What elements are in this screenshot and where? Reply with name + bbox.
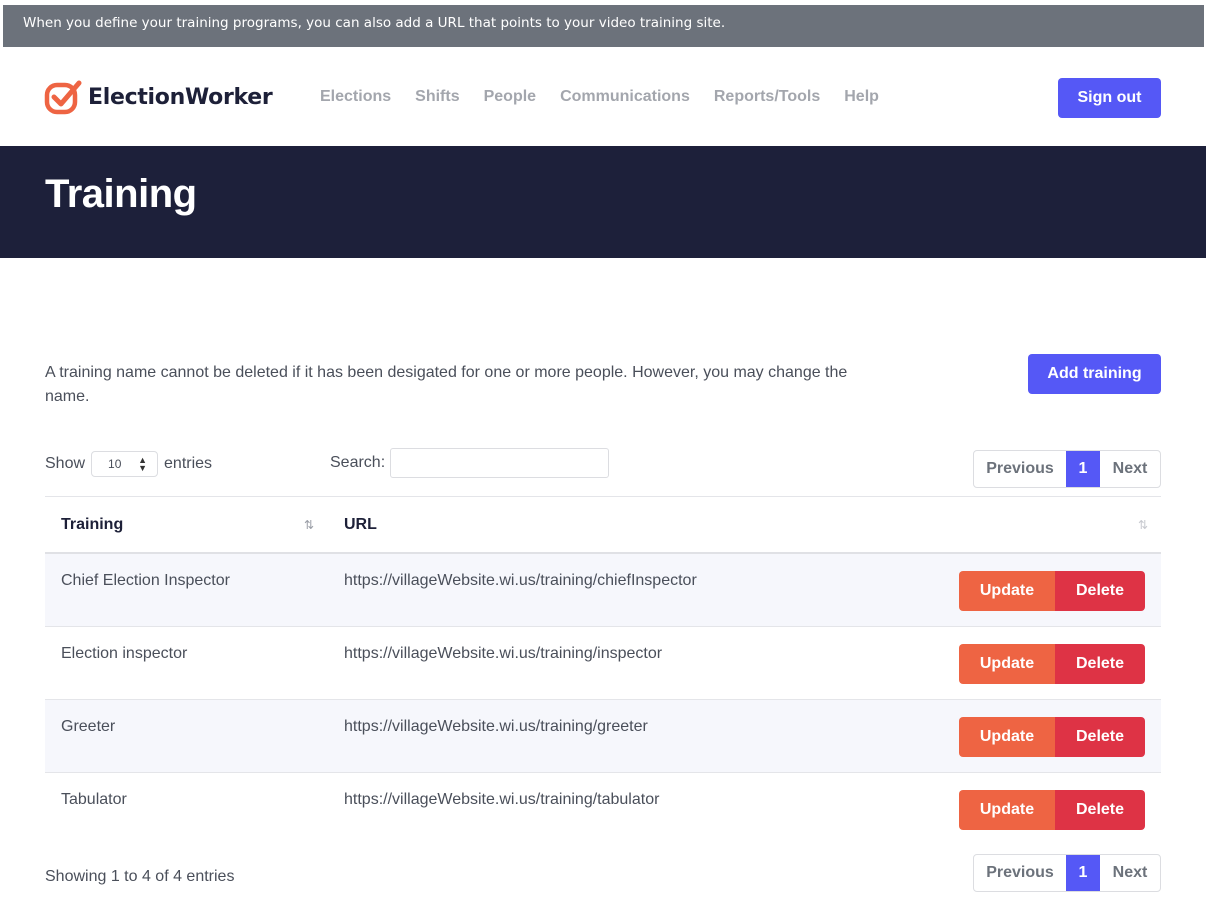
table-header: Training ⇅ URL ⇅ [45, 496, 1161, 554]
nav-reports-tools[interactable]: Reports/Tools [714, 88, 820, 106]
pagination-top: Previous 1 Next [973, 450, 1161, 488]
search-input[interactable] [390, 448, 610, 478]
column-header-training[interactable]: Training [61, 516, 123, 534]
training-url: https://villageWebsite.wi.us/training/ta… [344, 791, 660, 808]
training-name: Tabulator [61, 791, 127, 808]
add-training-button[interactable]: Add training [1028, 354, 1161, 394]
page-1-button[interactable]: 1 [1066, 855, 1100, 891]
table-row: Election inspector https://villageWebsit… [45, 627, 1161, 700]
search-label: Search: [330, 454, 386, 471]
previous-page-button[interactable]: Previous [974, 855, 1066, 891]
page-header: Training [0, 146, 1206, 258]
select-arrows-icon: ▲ ▼ [138, 455, 148, 473]
row-actions: Update Delete [959, 790, 1145, 830]
update-button[interactable]: Update [959, 644, 1055, 684]
previous-page-button[interactable]: Previous [974, 451, 1066, 487]
nav-shifts[interactable]: Shifts [415, 88, 459, 106]
page-title: Training [45, 172, 197, 216]
table-row: Greeter https://villageWebsite.wi.us/tra… [45, 700, 1161, 773]
training-url: https://villageWebsite.wi.us/training/gr… [344, 718, 648, 735]
nav-elections[interactable]: Elections [320, 88, 391, 106]
nav-communications[interactable]: Communications [560, 88, 690, 106]
row-actions: Update Delete [959, 644, 1145, 684]
sort-icon[interactable]: ⇅ [1138, 518, 1148, 532]
pagination-bottom: Previous 1 Next [973, 854, 1161, 892]
training-name: Chief Election Inspector [61, 572, 230, 589]
page-length-value: 10 [108, 457, 122, 471]
next-page-button[interactable]: Next [1100, 451, 1160, 487]
main-nav: Elections Shifts People Communications R… [320, 88, 903, 106]
training-url: https://villageWebsite.wi.us/training/in… [344, 645, 663, 662]
row-actions: Update Delete [959, 717, 1145, 757]
nav-help[interactable]: Help [844, 88, 879, 106]
sign-out-button[interactable]: Sign out [1058, 78, 1161, 118]
info-note: A training name cannot be deleted if it … [45, 364, 848, 405]
top-navbar: ElectionWorker Elections Shifts People C… [0, 47, 1206, 146]
page-1-button[interactable]: 1 [1066, 451, 1100, 487]
table-row: Tabulator https://villageWebsite.wi.us/t… [45, 773, 1161, 846]
page-length-select[interactable]: 10 ▲ ▼ [91, 451, 159, 477]
check-badge-icon [44, 80, 82, 115]
nav-people[interactable]: People [484, 88, 536, 106]
show-label: Show [45, 455, 86, 472]
delete-button[interactable]: Delete [1055, 571, 1145, 611]
delete-button[interactable]: Delete [1055, 790, 1145, 830]
entries-label: entries [164, 455, 213, 472]
table-info: Showing 1 to 4 of 4 entries [45, 868, 235, 885]
column-header-url[interactable]: URL [344, 516, 377, 534]
delete-button[interactable]: Delete [1055, 717, 1145, 757]
training-name: Greeter [61, 718, 116, 735]
brand-logo[interactable]: ElectionWorker [44, 79, 273, 115]
sort-icon[interactable]: ⇅ [304, 518, 314, 532]
training-url: https://villageWebsite.wi.us/training/ch… [344, 572, 697, 589]
table-row: Chief Election Inspector https://village… [45, 554, 1161, 627]
brand-name: ElectionWorker [88, 84, 273, 110]
training-name: Election inspector [61, 645, 188, 662]
page-length-control: Show 10 ▲ ▼ entries [45, 451, 212, 477]
delete-button[interactable]: Delete [1055, 644, 1145, 684]
tutorial-callout: When you define your training programs, … [3, 5, 1204, 47]
update-button[interactable]: Update [959, 717, 1055, 757]
row-actions: Update Delete [959, 571, 1145, 611]
next-page-button[interactable]: Next [1100, 855, 1160, 891]
training-table: Training ⇅ URL ⇅ Chief Election Inspecto… [45, 496, 1161, 846]
update-button[interactable]: Update [959, 790, 1055, 830]
update-button[interactable]: Update [959, 571, 1055, 611]
search-control: Search: [330, 448, 610, 478]
